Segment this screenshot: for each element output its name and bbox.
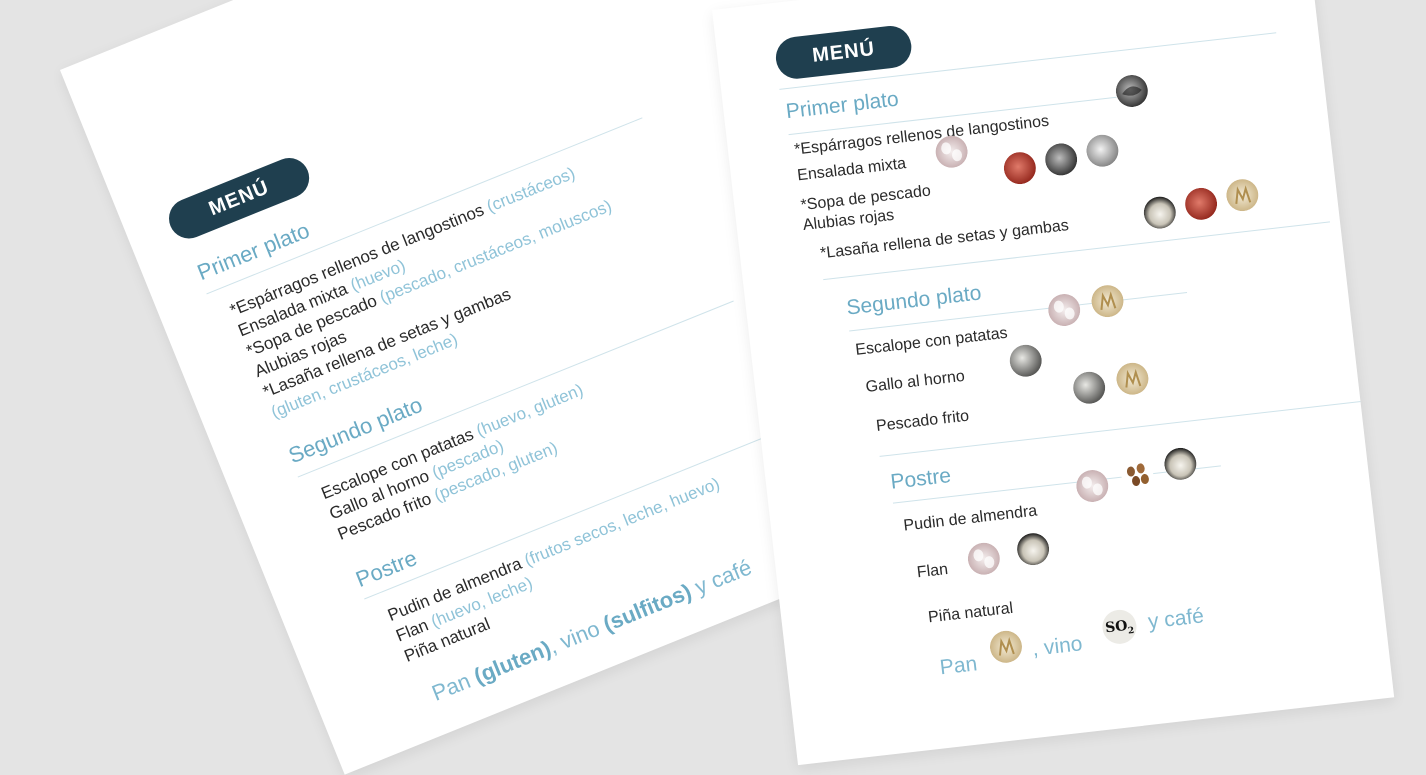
milk-icon [1017, 533, 1050, 566]
footer-cafe: y café [685, 554, 756, 602]
section-title-postre: Postre [889, 464, 953, 494]
menu-item: Pescado frito [875, 407, 970, 436]
egg-icon [1048, 294, 1081, 327]
footer-sulfitos: (sulfitos) [599, 578, 695, 637]
mollusc-icon [1086, 134, 1119, 167]
egg-icon [967, 542, 1000, 575]
menu-badge: MENÚ [773, 23, 914, 81]
so2-subscript: 2 [1127, 626, 1135, 637]
crustaceans-icon [1185, 187, 1218, 220]
section-title-segundo: Segundo plato [845, 281, 983, 320]
crustaceans-icon [1115, 74, 1148, 107]
menu-item: Piña natural [927, 599, 1015, 627]
divider [297, 300, 734, 478]
gluten-icon [1226, 179, 1259, 212]
gluten-icon [989, 630, 1022, 663]
fish-icon [1009, 344, 1042, 377]
menu-item: Pudin de almendra [902, 502, 1039, 535]
fish-icon [1073, 371, 1106, 404]
section-title-postre: Postre [352, 545, 421, 593]
footer-vino: , vino [1031, 632, 1084, 661]
menu-item: Flan [916, 560, 949, 582]
menu-item: Ensalada mixta [796, 155, 907, 185]
menu-item: Gallo al horno [864, 367, 966, 396]
allergen-list: (huevo, gluten) [473, 380, 586, 441]
milk-icon [1143, 196, 1176, 229]
footer-vino: , vino [545, 613, 609, 659]
crustaceans-icon [1045, 143, 1078, 176]
footer-pan: Pan [938, 652, 979, 680]
gluten-icon [1116, 362, 1149, 395]
menu-footer: Pan [939, 652, 979, 680]
nuts-icon [1121, 458, 1154, 491]
footer-gluten: (gluten) [470, 635, 555, 689]
footer-cafe: y café [1146, 604, 1206, 634]
gluten-icon [1091, 285, 1124, 318]
so2-label: SO [1104, 617, 1129, 637]
milk-icon [1164, 447, 1197, 480]
divider [879, 398, 1387, 457]
egg-icon [1076, 470, 1109, 503]
section-title-primer: Primer plato [784, 87, 900, 124]
sulphites-icon: SO2 [1100, 608, 1139, 646]
menu-item: Escalope con patatas [854, 324, 1009, 359]
allergen-list: (crustáceos) [483, 163, 578, 217]
menu-sheet-icon-version: MENÚ Primer plato *Espárragos rellenos d… [712, 0, 1395, 766]
fish-icon [1003, 152, 1036, 185]
